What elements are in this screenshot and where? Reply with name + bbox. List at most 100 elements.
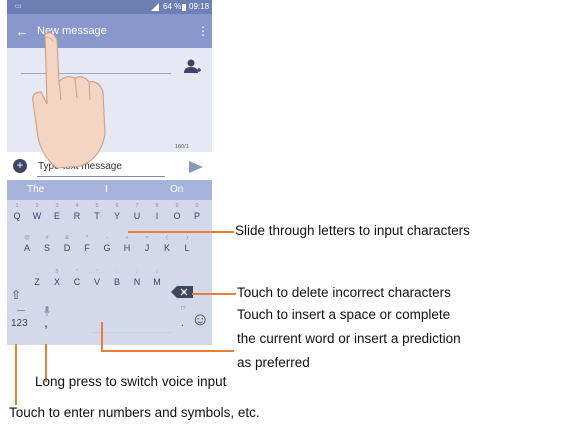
delete-callout-label: Touch to delete incorrect characters <box>237 285 451 300</box>
key-u[interactable]: 7U <box>127 202 147 232</box>
key-i[interactable]: 8I <box>147 202 167 232</box>
delete-callout-line <box>192 293 236 295</box>
space-callout-vline <box>101 322 103 352</box>
key-main-label: F <box>84 243 90 253</box>
key-c[interactable]: " C <box>67 268 87 298</box>
add-contact-icon[interactable] <box>183 58 201 76</box>
backspace-icon[interactable] <box>171 286 193 298</box>
suggestion-2[interactable]: I <box>105 184 108 195</box>
key-q[interactable]: 1Q <box>7 202 27 232</box>
key-n[interactable]: ; N <box>127 268 147 298</box>
suggestion-bar: The I On <box>7 180 212 200</box>
slide-callout-line <box>128 231 234 233</box>
comma-key[interactable]: , <box>44 314 48 330</box>
key-j[interactable]: = J <box>137 234 157 264</box>
key-sub-label: = <box>145 235 149 241</box>
key-l[interactable]: ) L <box>177 234 197 264</box>
key-sub-label: @ <box>24 235 30 241</box>
more-options-icon[interactable]: ⋮ <box>197 23 209 39</box>
key-sub-label: + <box>125 235 129 241</box>
pointing-hand-illustration <box>32 32 106 169</box>
key-main-label: X <box>53 277 60 287</box>
space-callout-label-3: as preferred <box>237 355 310 370</box>
numbers-callout-line <box>15 344 17 405</box>
key-a[interactable]: @ A <box>17 234 37 264</box>
key-main-label: E <box>53 211 60 221</box>
key-sub-label: 5 <box>95 203 99 209</box>
back-arrow-icon[interactable]: ← <box>15 23 29 39</box>
key-main-label: I <box>155 211 159 221</box>
suggestion-1[interactable]: The <box>27 184 44 195</box>
period-key-sub: !? <box>181 306 186 312</box>
key-main-label: C <box>73 277 81 287</box>
notification-icon: ▭ <box>15 3 22 10</box>
key-e[interactable]: 3E <box>47 202 67 232</box>
character-counter: 160/1 <box>175 144 189 150</box>
key-sub-label: ( <box>166 235 168 241</box>
key-sub-label: ) <box>186 235 188 241</box>
key-sub-label: * <box>85 235 89 241</box>
key-t[interactable]: 5T <box>87 202 107 232</box>
numbers-key-indicator <box>17 310 25 314</box>
signal-icon <box>151 3 159 11</box>
key-sub-label: $ <box>55 269 59 275</box>
numbers-key[interactable]: 123 <box>11 318 28 329</box>
key-sub-label: - <box>106 235 108 241</box>
key-d[interactable]: & D <box>57 234 77 264</box>
key-g[interactable]: -G <box>97 234 117 264</box>
space-callout-hline <box>101 350 234 352</box>
key-b[interactable]: :B <box>107 268 127 298</box>
key-w[interactable]: 2W <box>27 202 47 232</box>
key-sub-label: 7 <box>135 203 139 209</box>
key-sub-label: 3 <box>55 203 59 209</box>
key-main-label: B <box>113 277 120 287</box>
battery-icon <box>182 4 186 11</box>
suggestion-3[interactable]: On <box>170 184 183 195</box>
key-f[interactable]: * F <box>77 234 97 264</box>
shift-key[interactable]: ⇧ <box>11 288 21 302</box>
key-k[interactable]: (K <box>157 234 177 264</box>
period-key[interactable]: . <box>181 318 184 329</box>
battery-percent: 64 % <box>163 2 182 11</box>
key-sub-label: 0 <box>195 203 199 209</box>
space-callout-label-2: the current word or insert a prediction <box>237 331 461 346</box>
key-main-label: P <box>193 211 200 221</box>
key-main-label: S <box>43 243 50 253</box>
key-sub-label: _ <box>35 269 39 275</box>
key-main-label: Q <box>13 211 21 221</box>
slide-callout-label: Slide through letters to input character… <box>235 223 470 238</box>
key-main-label: Z <box>34 277 40 287</box>
key-sub-label: : <box>116 269 118 275</box>
space-bar[interactable] <box>91 332 171 333</box>
key-x[interactable]: $ X <box>47 268 67 298</box>
send-icon[interactable] <box>189 161 203 173</box>
key-o[interactable]: 9O <box>167 202 187 232</box>
key-sub-label: 9 <box>175 203 179 209</box>
key-main-label: A <box>23 243 30 253</box>
key-m[interactable]: / M <box>147 268 167 298</box>
key-y[interactable]: 6Y <box>107 202 127 232</box>
voice-callout-label: Long press to switch voice input <box>35 374 227 389</box>
key-z[interactable]: _ Z <box>27 268 47 298</box>
key-sub-label: & <box>65 235 69 241</box>
key-p[interactable]: 0P <box>187 202 207 232</box>
key-main-label: G <box>103 243 111 253</box>
clock: 09:18 <box>189 2 210 11</box>
key-sub-label: 4 <box>75 203 79 209</box>
key-main-label: N <box>133 277 141 287</box>
key-main-label: D <box>63 243 71 253</box>
status-bar: ▭ 64 % 09:18 <box>7 0 212 14</box>
key-s[interactable]: # S <box>37 234 57 264</box>
key-main-label: U <box>133 211 141 221</box>
key-r[interactable]: 4R <box>67 202 87 232</box>
key-main-label: T <box>94 211 100 221</box>
emoji-icon[interactable]: ☺ <box>191 309 209 330</box>
key-main-label: W <box>32 211 42 221</box>
key-v[interactable]: ' V <box>87 268 107 298</box>
key-sub-label: " <box>76 269 78 275</box>
key-sub-label: / <box>156 269 158 275</box>
attach-plus-icon[interactable]: + <box>13 159 27 173</box>
key-main-label: V <box>93 277 100 287</box>
key-h[interactable]: + H <box>117 234 137 264</box>
keyboard: The I On 1Q2W3E4R5T6Y7U8I9O0P @ A # S & D * F - G… <box>7 180 212 345</box>
